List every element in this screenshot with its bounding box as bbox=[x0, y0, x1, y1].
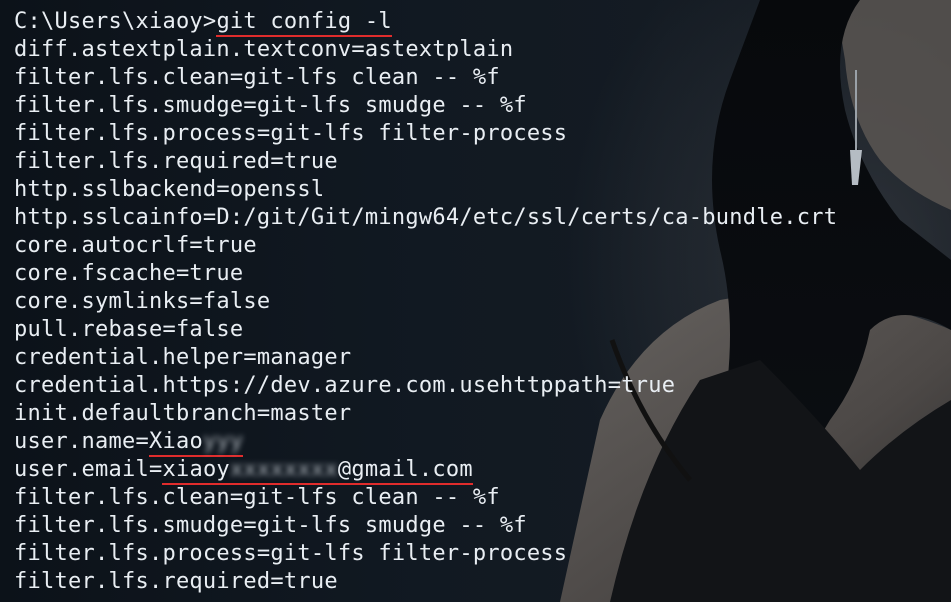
config-line: filter.lfs.required=true bbox=[14, 149, 338, 174]
config-line: filter.lfs.process=git-lfs filter-proces… bbox=[14, 541, 568, 566]
redacted-user-name: yyy bbox=[202, 429, 244, 454]
prompt-path: C:\Users\xiaoy> bbox=[14, 9, 217, 34]
command-text: git config -l bbox=[216, 9, 392, 37]
terminal-output: C:\Users\xiaoy>git config -l diff.astext… bbox=[14, 8, 837, 596]
user-email-line: user.email=xiaoyxxxxxxxx@gmail.com bbox=[14, 456, 837, 485]
terminal-window[interactable]: C:\Users\xiaoy>git config -l diff.astext… bbox=[0, 0, 951, 602]
config-line: filter.lfs.required=true bbox=[14, 569, 338, 594]
prompt-line: C:\Users\xiaoy>git config -l bbox=[14, 8, 837, 37]
config-line: credential.https://dev.azure.com.usehttp… bbox=[14, 373, 676, 398]
config-line: filter.lfs.smudge=git-lfs smudge -- %f bbox=[14, 93, 527, 118]
config-line: filter.lfs.clean=git-lfs clean -- %f bbox=[14, 65, 500, 90]
user-email-key: user.email= bbox=[14, 457, 163, 482]
config-line: init.defaultbranch=master bbox=[14, 401, 352, 426]
user-name-key: user.name= bbox=[14, 429, 149, 454]
user-email-value: xiaoyxxxxxxxx@gmail.com bbox=[162, 457, 473, 485]
config-line: filter.lfs.clean=git-lfs clean -- %f bbox=[14, 485, 500, 510]
config-line: core.symlinks=false bbox=[14, 289, 271, 314]
config-line: credential.helper=manager bbox=[14, 345, 352, 370]
config-line: http.sslcainfo=D:/git/Git/mingw64/etc/ss… bbox=[14, 205, 838, 230]
config-line: filter.lfs.process=git-lfs filter-proces… bbox=[14, 121, 568, 146]
config-line: core.fscache=true bbox=[14, 261, 244, 286]
config-line: core.autocrlf=true bbox=[14, 233, 257, 258]
config-line: filter.lfs.smudge=git-lfs smudge -- %f bbox=[14, 513, 527, 538]
user-name-value: Xiaoyyy bbox=[148, 429, 244, 457]
redacted-user-email: xxxxxxxx bbox=[229, 457, 338, 482]
user-name-line: user.name=Xiaoyyy bbox=[14, 428, 837, 457]
config-line: pull.rebase=false bbox=[14, 317, 244, 342]
config-line: diff.astextplain.textconv=astextplain bbox=[14, 37, 514, 62]
config-line: http.sslbackend=openssl bbox=[14, 177, 325, 202]
